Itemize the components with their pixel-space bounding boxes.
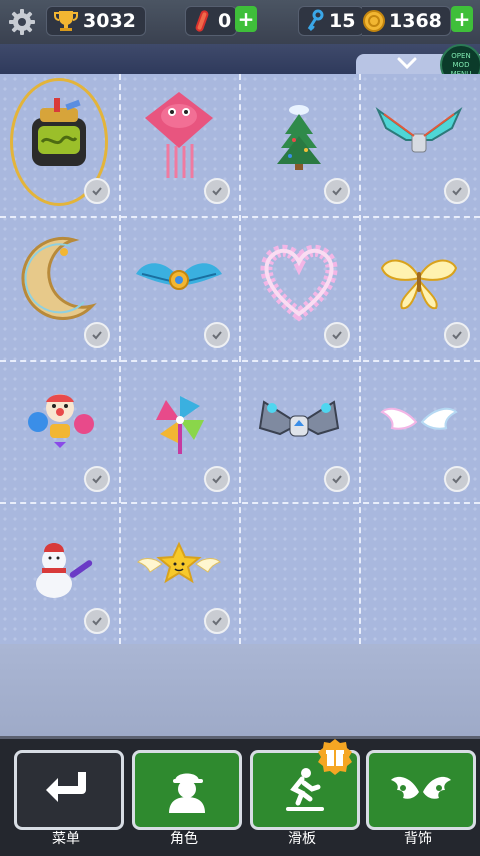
golden-butterfly-wings-icon <box>380 259 458 310</box>
grid-cell-clown-balloons[interactable] <box>0 362 118 502</box>
owned-check-icon <box>204 322 230 348</box>
owned-check-icon <box>324 466 350 492</box>
hoverboard-counter: 0 <box>185 6 237 36</box>
character-button[interactable] <box>132 750 242 830</box>
coin-count: 1368 <box>389 10 442 32</box>
character-label: 角色 <box>170 831 198 847</box>
pink-bird-kite-icon <box>145 92 213 178</box>
crescent-moon-icon <box>21 236 97 320</box>
grid-cell-pink-bird-kite[interactable] <box>120 74 238 214</box>
white-angel-wings-icon <box>380 407 458 430</box>
trophy-icon <box>54 11 78 31</box>
owned-check-icon <box>84 466 110 492</box>
drone-wings-icon <box>258 400 340 437</box>
snowman-icon <box>36 543 93 598</box>
owned-check-icon <box>324 322 350 348</box>
owned-check-icon <box>204 178 230 204</box>
owned-check-icon <box>324 178 350 204</box>
flower-heart-icon <box>260 244 338 322</box>
owned-check-icon <box>444 178 470 204</box>
grid-cell-crescent-moon[interactable] <box>0 218 118 358</box>
owned-check-icon <box>444 322 470 348</box>
winged-star-icon <box>137 541 221 584</box>
grid-cell-backpack[interactable] <box>0 74 118 214</box>
grid-cell-snowman[interactable] <box>0 504 118 644</box>
grid-cell-blue-feather-wings[interactable] <box>120 218 238 358</box>
mecha-wings-icon <box>375 106 463 153</box>
pinwheel-icon <box>156 396 204 454</box>
owned-check-icon <box>84 608 110 634</box>
owned-check-icon <box>204 608 230 634</box>
menu-label: 菜单 <box>52 831 80 847</box>
christmas-tree-icon <box>277 105 321 170</box>
item-grid <box>0 74 480 644</box>
owned-check-icon <box>204 466 230 492</box>
key-count: 15 <box>329 10 356 32</box>
grid-cell-pinwheel[interactable] <box>120 362 238 502</box>
coin-icon <box>363 10 385 32</box>
grid-cell-golden-butterfly-wings[interactable] <box>360 218 478 358</box>
hoverboard-icon <box>195 10 209 32</box>
backpack-icon <box>32 98 86 166</box>
grid-cell-white-angel-wings[interactable] <box>360 362 478 502</box>
coin-counter: 1368 <box>362 6 451 36</box>
hoverboard-count: 0 <box>218 10 232 32</box>
grid-cell-winged-star[interactable] <box>120 504 238 644</box>
settings-gear-icon[interactable] <box>8 8 36 36</box>
mod-menu-line1: OPEN <box>451 51 471 60</box>
clown-balloons-icon <box>28 394 94 448</box>
gift-icon[interactable] <box>316 738 354 776</box>
chevron-down-icon[interactable] <box>396 56 418 70</box>
owned-check-icon <box>444 466 470 492</box>
backpack-button[interactable] <box>366 750 476 830</box>
grid-cell-christmas-tree[interactable] <box>240 74 358 214</box>
grid-cell-drone-wings[interactable] <box>240 362 358 502</box>
add-hoverboard-button[interactable]: + <box>235 6 257 32</box>
board-label: 滑板 <box>288 831 316 847</box>
trophy-counter: 3032 <box>46 6 146 36</box>
grid-cell-flower-heart[interactable] <box>240 218 358 358</box>
character-icon <box>169 773 205 813</box>
key-icon <box>307 9 324 32</box>
owned-check-icon <box>84 322 110 348</box>
add-coins-button[interactable]: + <box>451 6 473 32</box>
blue-feather-wings-icon <box>136 263 222 290</box>
trophy-count: 3032 <box>83 10 136 32</box>
menu-button[interactable] <box>14 750 124 830</box>
backpack-label: 背饰 <box>404 831 432 847</box>
grid-cell-mecha-wings[interactable] <box>360 74 478 214</box>
return-arrow-icon <box>46 772 86 802</box>
wings-icon <box>391 776 451 799</box>
owned-check-icon <box>84 178 110 204</box>
key-counter: 15 <box>298 6 364 36</box>
